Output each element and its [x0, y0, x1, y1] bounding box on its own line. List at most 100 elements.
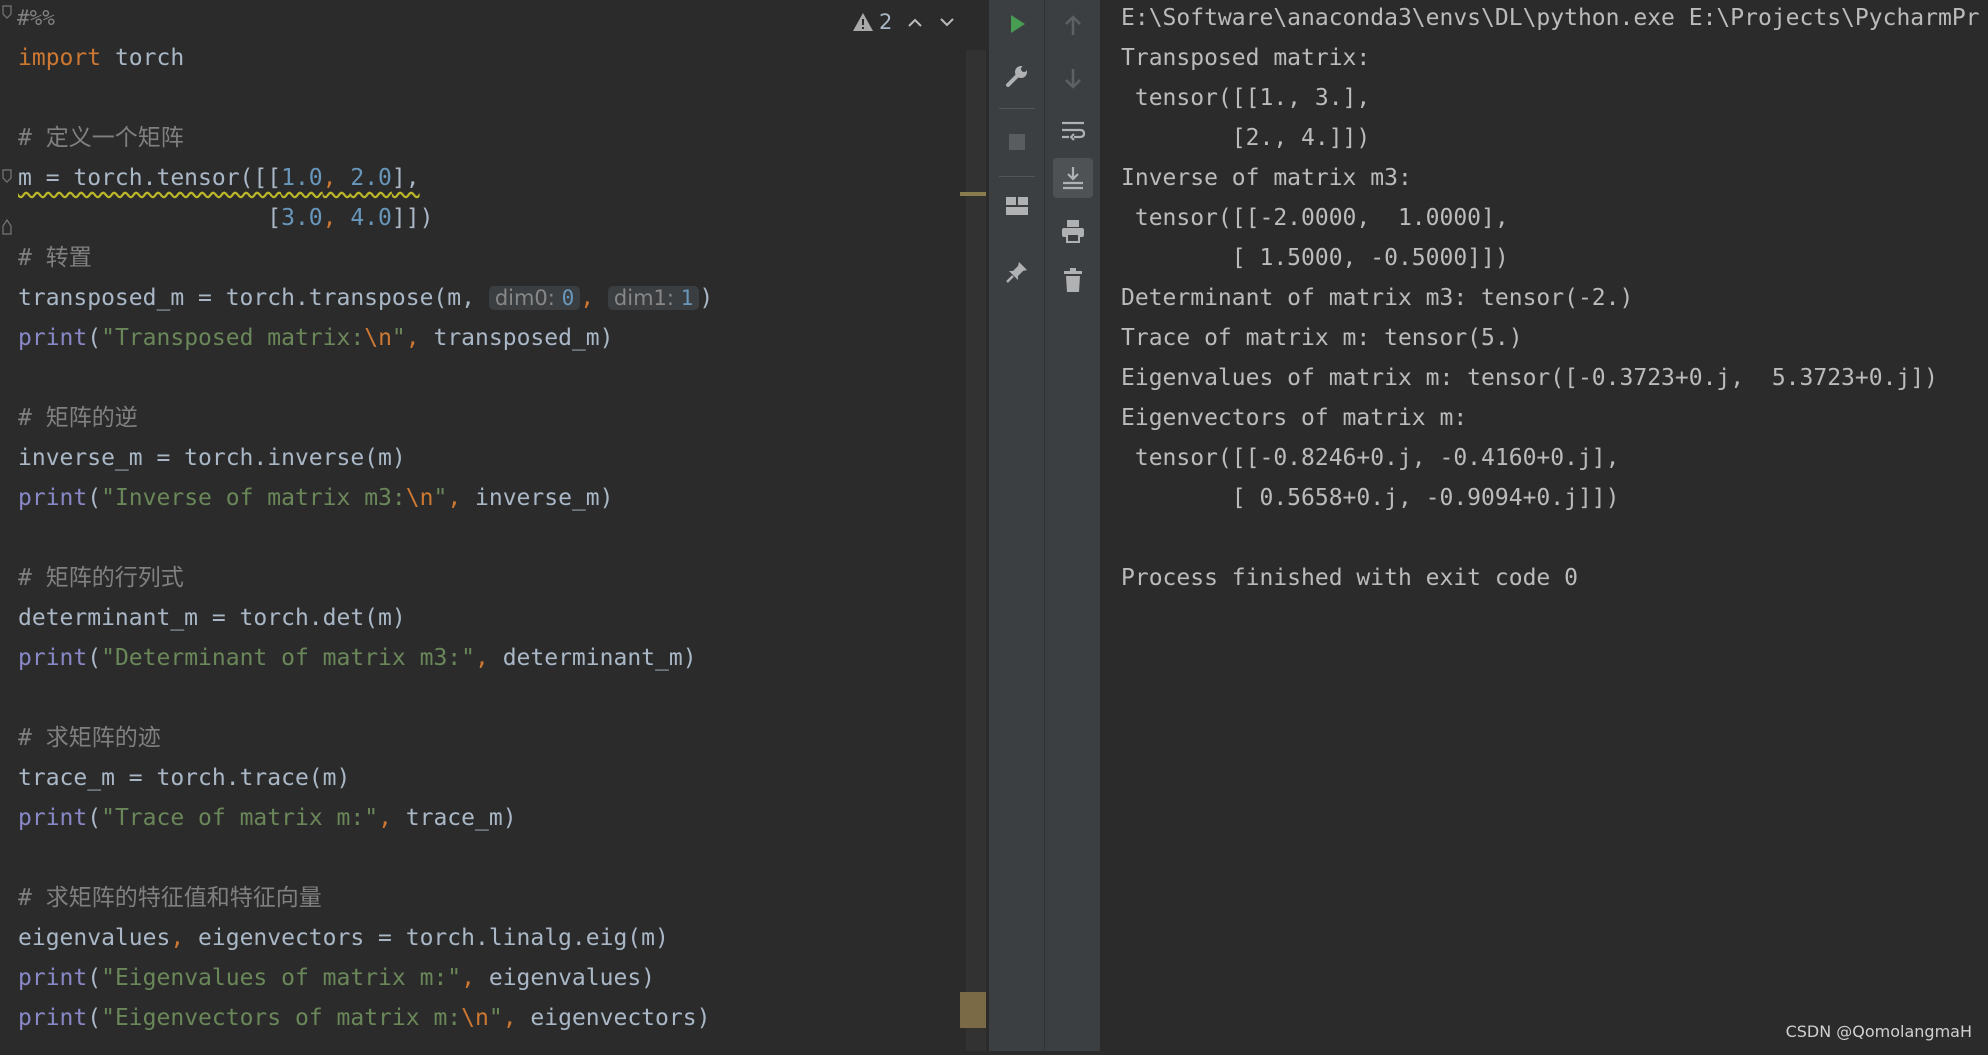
warning-icon[interactable]: 2 — [852, 10, 892, 34]
code-line-print-inverse[interactable]: print("Inverse of matrix m3:\n", inverse… — [18, 478, 614, 518]
code-line-eig[interactable]: eigenvalues, eigenvectors = torch.linalg… — [18, 918, 669, 958]
settings-wrench-icon[interactable] — [997, 56, 1037, 96]
string-literal: "Inverse of matrix m3: — [101, 485, 406, 511]
trash-icon[interactable] — [1053, 260, 1093, 300]
import-module: torch — [101, 45, 185, 71]
watermark: CSDN @QomolangmaH — [1785, 1022, 1972, 1041]
code-line-print-trace[interactable]: print("Trace of matrix m:", trace_m) — [18, 798, 517, 838]
console-line: Inverse of matrix m3: — [1121, 165, 1412, 191]
escape-seq: \n — [461, 1005, 489, 1031]
comma: , — [405, 325, 420, 351]
comment-trace[interactable]: # 求矩阵的迹 — [18, 718, 161, 758]
string-literal: "Eigenvectors of matrix m: — [101, 1005, 462, 1031]
code-text: eigenvalues — [18, 925, 171, 951]
number-literal: 3.0 — [281, 205, 323, 231]
comma: , — [447, 485, 462, 511]
code-text: eigenvalues) — [475, 965, 656, 991]
code-text: ]]) — [391, 205, 434, 231]
comment-determinant[interactable]: # 矩阵的行列式 — [18, 558, 184, 598]
print-icon[interactable] — [1053, 211, 1093, 251]
print-builtin: print — [18, 805, 88, 831]
console-line: Eigenvalues of matrix m: tensor([-0.3723… — [1121, 365, 1938, 391]
code-text: transposed_m) — [419, 325, 614, 351]
code-line-print-determinant[interactable]: print("Determinant of matrix m3:", deter… — [18, 638, 697, 678]
down-arrow-icon[interactable] — [1053, 58, 1093, 98]
comma: , — [474, 645, 489, 671]
stop-icon[interactable] — [997, 122, 1037, 162]
code-line-print-eigenvalues[interactable]: print("Eigenvalues of matrix m:", eigenv… — [18, 958, 655, 998]
import-keyword: import — [18, 45, 102, 71]
run-toolbar-left — [988, 0, 1045, 1051]
string-quote: " — [433, 485, 448, 511]
comment-define-matrix[interactable]: # 定义一个矩阵 — [18, 118, 184, 158]
fold-markers — [2, 5, 12, 235]
comma: , — [322, 205, 351, 231]
escape-seq: \n — [364, 325, 392, 351]
string-literal: "Eigenvalues of matrix m:" — [101, 965, 462, 991]
code-text: ], — [391, 165, 420, 191]
print-builtin: print — [18, 485, 88, 511]
code-line-trace[interactable]: trace_m = torch.trace(m) — [18, 758, 350, 798]
string-quote: " — [391, 325, 406, 351]
code-line-determinant[interactable]: determinant_m = torch.det(m) — [18, 598, 406, 638]
code-text: inverse_m) — [461, 485, 614, 511]
console-line: Eigenvectors of matrix m: — [1121, 405, 1468, 431]
code-text: [ — [18, 205, 282, 231]
code-line-m2[interactable]: [3.0, 4.0]]) — [18, 198, 433, 238]
code-line-1[interactable]: import torch — [18, 38, 184, 78]
scrollbar-warning-marker[interactable] — [960, 192, 986, 196]
string-literal: "Determinant of matrix m3:" — [101, 645, 475, 671]
comment-inverse[interactable]: # 矩阵的逆 — [18, 398, 138, 438]
number-literal: 4.0 — [350, 205, 392, 231]
code-line-inverse[interactable]: inverse_m = torch.inverse(m) — [18, 438, 406, 478]
code-text: transposed_m = torch.transpose(m, — [18, 285, 489, 311]
console-line: tensor([[-2.0000, 1.0000], — [1121, 205, 1509, 231]
console-line: [ 0.5658+0.j, -0.9094+0.j]]) — [1121, 485, 1620, 511]
string-quote: " — [488, 1005, 503, 1031]
soft-wrap-icon[interactable] — [1053, 110, 1093, 150]
run-console[interactable]: E:\Software\anaconda3\envs\DL\python.exe… — [1100, 0, 1988, 1051]
code-text: trace_m) — [391, 805, 517, 831]
editor-scrollbar[interactable] — [966, 50, 986, 1051]
console-line: [2., 4.]]) — [1121, 125, 1371, 151]
console-line: [ 1.5000, -0.5000]]) — [1121, 245, 1509, 271]
comma: , — [378, 805, 392, 831]
comment-transpose[interactable]: # 转置 — [18, 238, 92, 278]
scrollbar-thumb[interactable] — [960, 992, 986, 1028]
code-text: ( — [87, 645, 102, 671]
previous-highlight-icon[interactable] — [906, 10, 924, 34]
code-text: ( — [87, 1005, 102, 1031]
run-toolbar-right — [1044, 0, 1101, 1051]
print-builtin: print — [18, 1005, 88, 1031]
comma: , — [580, 285, 608, 311]
code-text: ( — [87, 965, 102, 991]
code-text: ( — [87, 325, 102, 351]
comma: , — [322, 165, 351, 191]
code-line-m[interactable]: m = torch.tensor([[1.0, 2.0], — [18, 158, 420, 198]
layout-icon[interactable] — [997, 186, 1037, 226]
code-line-print-transposed[interactable]: print("Transposed matrix:\n", transposed… — [18, 318, 614, 358]
comma: , — [170, 925, 185, 951]
next-highlight-icon[interactable] — [938, 10, 956, 34]
scroll-to-end-icon[interactable] — [1053, 158, 1093, 198]
print-builtin: print — [18, 965, 88, 991]
number-literal: 2.0 — [350, 165, 392, 191]
up-arrow-icon[interactable] — [1053, 6, 1093, 46]
console-line: tensor([[1., 3.], — [1121, 85, 1371, 111]
code-text: eigenvectors = torch.linalg.eig(m) — [184, 925, 669, 951]
pin-icon[interactable] — [997, 252, 1037, 292]
code-editor[interactable]: #%% import torch # 定义一个矩阵 m = torch.tens… — [0, 0, 988, 1051]
run-icon[interactable] — [997, 4, 1037, 44]
comment-eigen[interactable]: # 求矩阵的特征值和特征向量 — [18, 878, 322, 918]
console-line: E:\Software\anaconda3\envs\DL\python.exe… — [1121, 5, 1980, 31]
console-line: Transposed matrix: — [1121, 45, 1371, 71]
string-literal: "Transposed matrix: — [101, 325, 365, 351]
escape-seq: \n — [405, 485, 434, 511]
param-hint-dim1: dim1: 1 — [607, 286, 700, 310]
inspection-widget[interactable]: 2 — [852, 6, 956, 38]
code-line-print-eigenvectors[interactable]: print("Eigenvectors of matrix m:\n", eig… — [18, 998, 710, 1038]
console-line: Trace of matrix m: tensor(5.) — [1121, 325, 1523, 351]
code-line-transpose[interactable]: transposed_m = torch.transpose(m, dim0: … — [18, 278, 713, 318]
code-text: m = torch.tensor([[ — [18, 165, 282, 191]
string-literal: "Trace of matrix m:" — [101, 805, 379, 831]
